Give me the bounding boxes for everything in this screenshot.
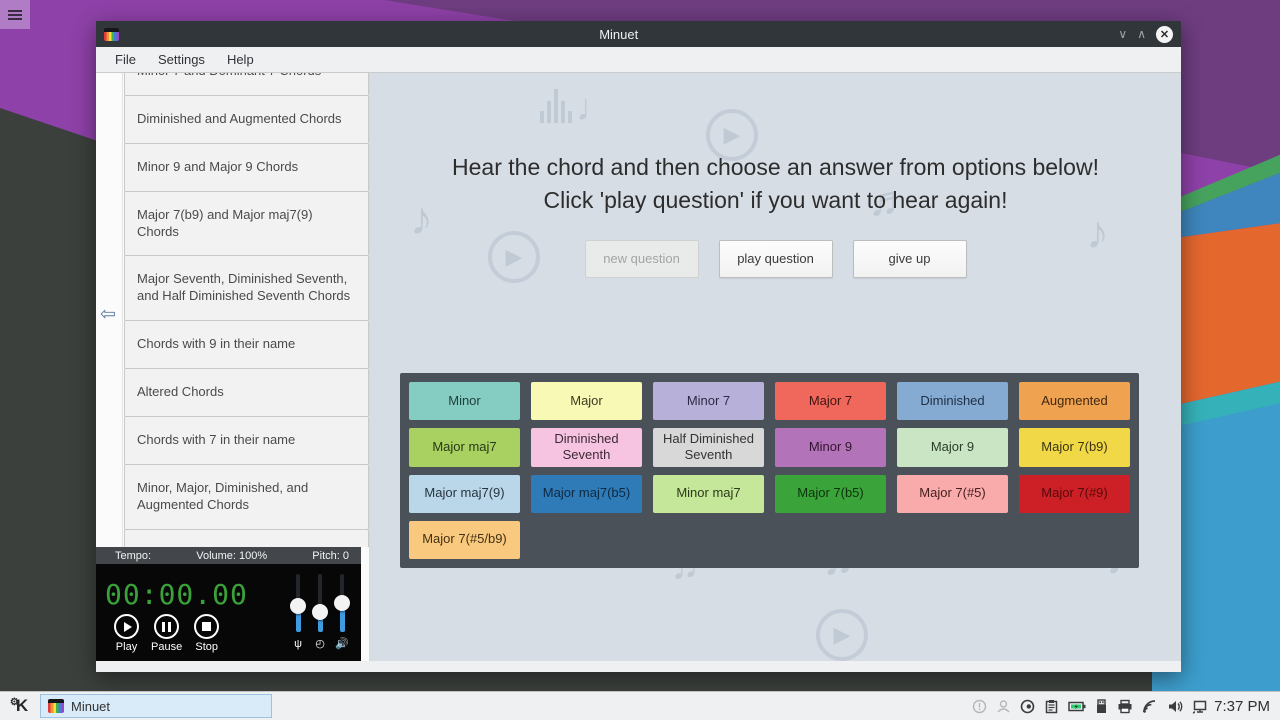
sidebar-item-chords-with-7-in-their-name[interactable]: Chords with 7 in their name bbox=[124, 416, 369, 465]
media-player-icon[interactable] bbox=[1020, 699, 1035, 714]
maximize-icon[interactable]: ∧ bbox=[1137, 28, 1146, 40]
sidebar-item-major-seventh-diminished-seventh-and-hal[interactable]: Major Seventh, Diminished Seventh, and H… bbox=[124, 255, 369, 321]
sidebar-item-diminished-and-augmented-chords[interactable]: Diminished and Augmented Chords bbox=[124, 95, 369, 144]
play-question-button[interactable]: play question bbox=[719, 240, 833, 278]
battery-icon[interactable] bbox=[1068, 699, 1086, 714]
sidebar-item-chords-with-9-in-their-name[interactable]: Chords with 9 in their name bbox=[124, 320, 369, 369]
minuet-task-icon bbox=[48, 699, 64, 713]
instruction-line1: Hear the chord and then choose an answer… bbox=[370, 151, 1181, 184]
device-notifier-icon[interactable] bbox=[1095, 699, 1108, 714]
midi-player-panel: Tempo: Volume: 100% Pitch: 0 00:00.00 Pl… bbox=[96, 547, 361, 661]
play-button[interactable]: Play bbox=[114, 614, 139, 653]
volume-slider[interactable]: 🔊 bbox=[335, 572, 349, 648]
sidebar-scroll-area[interactable]: Minor 7 and Dominant 7 ChordsDiminished … bbox=[124, 73, 369, 547]
input-devices-icon[interactable] bbox=[1192, 699, 1208, 714]
answer-minor[interactable]: Minor bbox=[409, 382, 520, 420]
pitch-slider[interactable]: ψ bbox=[291, 572, 305, 648]
menubar: FileSettingsHelp bbox=[96, 47, 1181, 73]
answer-major-7-5-b9[interactable]: Major 7(#5/b9) bbox=[409, 521, 520, 559]
answer-major[interactable]: Major bbox=[531, 382, 642, 420]
tempo-label: Tempo: bbox=[115, 550, 151, 562]
digital-clock[interactable]: 7:37 PM bbox=[1214, 698, 1270, 715]
answer-half-diminished-seventh[interactable]: Half Diminished Seventh bbox=[653, 428, 764, 467]
sidebar-item-altered-chords[interactable]: Altered Chords bbox=[124, 368, 369, 417]
exercise-view: ♪▶▶♬♩♪▶▶♫▶♪♬ Hear the chord and then cho… bbox=[370, 73, 1181, 661]
sidebar-item-minor-9-and-major-9-chords[interactable]: Minor 9 and Major 9 Chords bbox=[124, 143, 369, 192]
answer-minor-9[interactable]: Minor 9 bbox=[775, 428, 886, 467]
answer-diminished-seventh[interactable]: Diminished Seventh bbox=[531, 428, 642, 467]
pitch-icon: ψ bbox=[294, 638, 302, 650]
sidebar-item-minor-major-diminished-and-augmented-cho[interactable]: Minor, Major, Diminished, and Augmented … bbox=[124, 464, 369, 530]
volume-label: Volume: 100% bbox=[196, 550, 267, 562]
network-icon[interactable] bbox=[1142, 699, 1158, 714]
close-icon[interactable]: ✕ bbox=[1156, 26, 1173, 43]
answer-major-7-5[interactable]: Major 7(#5) bbox=[897, 475, 1008, 513]
answer-major-7-b5[interactable]: Major 7(b5) bbox=[775, 475, 886, 513]
answer-minor-maj7[interactable]: Minor maj7 bbox=[653, 475, 764, 513]
titlebar[interactable]: Minuet ∨ ∧ ✕ bbox=[96, 21, 1181, 47]
taskbar: ⚙K Minuet 7:37 PM bbox=[0, 691, 1280, 720]
give-up-button[interactable]: give up bbox=[853, 240, 967, 278]
exercise-instructions: Hear the chord and then choose an answer… bbox=[370, 151, 1181, 218]
tempo-slider[interactable]: ◴ bbox=[313, 572, 327, 648]
tempo-icon: ◴ bbox=[315, 637, 325, 650]
answer-major-maj7[interactable]: Major maj7 bbox=[409, 428, 520, 467]
minimize-icon[interactable]: ∨ bbox=[1118, 28, 1127, 40]
window-footer bbox=[96, 661, 1181, 672]
notifications-icon[interactable] bbox=[972, 699, 987, 714]
menu-file[interactable]: File bbox=[106, 49, 145, 70]
menu-help[interactable]: Help bbox=[218, 49, 263, 70]
window-title: Minuet bbox=[119, 27, 1118, 42]
answer-diminished[interactable]: Diminished bbox=[897, 382, 1008, 420]
desktop: Minuet ∨ ∧ ✕ FileSettingsHelp ⇦ Minor 7 … bbox=[0, 0, 1280, 720]
stop-icon bbox=[194, 614, 219, 639]
answer-major-7-9[interactable]: Major 7(#9) bbox=[1019, 475, 1130, 513]
sidebar-item-major-7-b9-and-major-maj7-9-chords[interactable]: Major 7(b9) and Major maj7(9) Chords bbox=[124, 191, 369, 257]
user-switcher-icon[interactable] bbox=[996, 699, 1011, 714]
answer-major-9[interactable]: Major 9 bbox=[897, 428, 1008, 467]
pause-icon bbox=[154, 614, 179, 639]
application-launcher-icon[interactable]: ⚙K bbox=[6, 694, 32, 718]
answer-major-7[interactable]: Major 7 bbox=[775, 382, 886, 420]
app-piano-icon bbox=[104, 28, 119, 41]
answer-options-panel: Minor Major Minor 7 Major 7 Diminished Augmen… bbox=[400, 373, 1139, 568]
answer-major-maj7-9[interactable]: Major maj7(9) bbox=[409, 475, 520, 513]
answer-augmented[interactable]: Augmented bbox=[1019, 382, 1130, 420]
clipboard-icon[interactable] bbox=[1044, 699, 1059, 714]
volume-icon: 🔊 bbox=[335, 637, 349, 650]
sidebar-item-minor-7-and-dominant-7-chords[interactable]: Minor 7 and Dominant 7 Chords bbox=[124, 73, 369, 96]
minuet-window: Minuet ∨ ∧ ✕ FileSettingsHelp ⇦ Minor 7 … bbox=[96, 21, 1181, 672]
play-icon bbox=[114, 614, 139, 639]
instruction-line2: Click 'play question' if you want to hea… bbox=[370, 184, 1181, 217]
pause-button[interactable]: Pause bbox=[151, 614, 182, 653]
taskbar-task-minuet[interactable]: Minuet bbox=[40, 694, 272, 718]
playback-timer: 00:00.00 bbox=[105, 578, 248, 611]
music-note-watermark-icon: ♩ bbox=[576, 87, 614, 130]
pitch-label: Pitch: 0 bbox=[312, 550, 349, 562]
equalizer-watermark-icon bbox=[540, 89, 572, 123]
volume-icon[interactable] bbox=[1167, 699, 1183, 714]
hamburger-icon bbox=[8, 8, 22, 22]
back-arrow-icon[interactable]: ⇦ bbox=[100, 303, 116, 326]
printer-icon[interactable] bbox=[1117, 699, 1133, 714]
exercise-sidebar: ⇦ Minor 7 and Dominant 7 ChordsDiminishe… bbox=[96, 73, 370, 661]
desktop-toolbox-button[interactable] bbox=[0, 0, 30, 29]
stop-button[interactable]: Stop bbox=[194, 614, 219, 653]
answer-major-maj7-b5[interactable]: Major maj7(b5) bbox=[531, 475, 642, 513]
answer-major-7-b9[interactable]: Major 7(b9) bbox=[1019, 428, 1130, 467]
menu-settings[interactable]: Settings bbox=[149, 49, 214, 70]
new-question-button: new question bbox=[585, 240, 699, 278]
answer-minor-7[interactable]: Minor 7 bbox=[653, 382, 764, 420]
sidebar-item-lots-of-chords[interactable]: Lots of Chords bbox=[124, 529, 369, 547]
